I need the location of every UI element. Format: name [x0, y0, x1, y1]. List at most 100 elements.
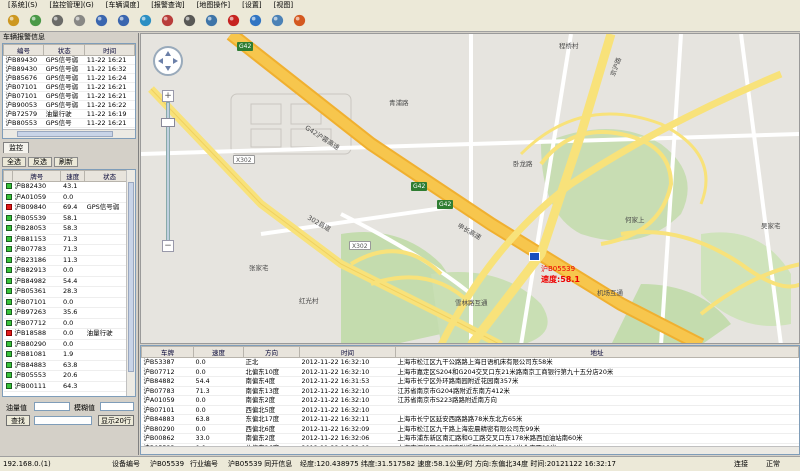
- info-button[interactable]: [290, 11, 309, 30]
- vehicle-status-checkbox[interactable]: [5, 204, 12, 210]
- vehicle-icon[interactable]: [529, 252, 540, 261]
- alarm-row[interactable]: 沪B72579 油量行驶 11-22 16:19: [3, 109, 135, 119]
- vehicle-row[interactable]: 沪B82430 43.1: [3, 181, 135, 193]
- vehicle-check-cell[interactable]: [3, 349, 13, 361]
- vehicle-row[interactable]: 沪B82913 0.0: [3, 265, 135, 277]
- vehicle-status-checkbox[interactable]: [5, 277, 12, 284]
- hand-button[interactable]: [70, 11, 89, 30]
- satellite-button[interactable]: [158, 11, 177, 30]
- vehicle-check-cell[interactable]: [3, 244, 13, 256]
- zoom-slider[interactable]: + −: [161, 90, 175, 264]
- vehicle-check-cell[interactable]: [3, 202, 13, 214]
- vehicle-check-cell[interactable]: [3, 213, 13, 224]
- vehicle-status-checkbox[interactable]: [5, 288, 12, 294]
- vehicle-row[interactable]: 沪B80290 0.0: [3, 339, 135, 350]
- vehicle-status-checkbox[interactable]: [5, 372, 12, 378]
- vehicle-check-cell[interactable]: [3, 328, 13, 340]
- show-rows-button[interactable]: 显示20行: [98, 415, 134, 426]
- vehicle-check-cell[interactable]: [3, 360, 13, 371]
- invert-select-button[interactable]: 反选: [28, 157, 52, 167]
- vehicle-status-checkbox[interactable]: [5, 256, 12, 263]
- vehicle-status-checkbox[interactable]: [5, 183, 12, 189]
- vehicle-check-cell[interactable]: [3, 381, 13, 392]
- vehicle-check-cell[interactable]: [3, 181, 13, 193]
- vehicle-row[interactable]: 沪B28053 58.3: [3, 223, 135, 235]
- zoom-in-button[interactable]: +: [162, 90, 174, 102]
- vehicle-status-checkbox[interactable]: [5, 361, 12, 368]
- menu-item-3[interactable]: [报警查询]: [145, 0, 190, 10]
- vehicle-status-checkbox[interactable]: [5, 340, 12, 347]
- position-col-0[interactable]: 车牌: [141, 346, 194, 358]
- vehicle-row[interactable]: 沪B84883 63.8: [3, 360, 135, 371]
- vehicle-check-cell[interactable]: [3, 370, 13, 382]
- magic-wand-button[interactable]: [48, 11, 67, 30]
- fuel-value-input[interactable]: [34, 402, 70, 411]
- vehicle-check-cell[interactable]: [3, 265, 13, 277]
- alarm-row[interactable]: 沪B89430 GPS信号弱 11-22 16:21: [3, 55, 135, 65]
- vehicle-row[interactable]: 沪B05361 28.3: [3, 286, 135, 298]
- vehicle-check-cell[interactable]: [3, 223, 13, 235]
- vehicle-check-cell[interactable]: [3, 286, 13, 298]
- vehicle-status-checkbox[interactable]: [5, 330, 12, 336]
- alarm-row[interactable]: 沪B85676 GPS信号弱 11-22 16:24: [3, 73, 135, 83]
- arrow-button[interactable]: [26, 11, 45, 30]
- position-row[interactable]: 沪B00862 33.0 南偏东2度 2012-11-22 16:32:06 上海市浦东…: [141, 433, 799, 444]
- vehicle-col-0[interactable]: 牌号: [11, 170, 62, 182]
- vehicle-check-cell[interactable]: [3, 339, 13, 350]
- position-row[interactable]: 沪B80290 0.0 西偏北6度 2012-11-22 16:32:09 上海市松江区…: [141, 424, 799, 434]
- position-col-2[interactable]: 方向: [243, 346, 300, 358]
- vehicle-status-checkbox[interactable]: [5, 351, 12, 357]
- vehicle-marker[interactable]: 沪B05539 速度:58.1: [529, 252, 580, 284]
- position-row[interactable]: 沪B07101 0.0 西偏北5度 2012-11-22 16:32:10: [141, 405, 799, 415]
- position-table[interactable]: 车牌 速度 方向 时间 地址 沪B53387 0.0 正北 2012-11-22 16:32:…: [140, 345, 800, 455]
- vehicle-button[interactable]: [246, 11, 265, 30]
- zoom-in-button[interactable]: [92, 11, 111, 30]
- map-view[interactable]: G42 G42沪蓉高速 G42 G42 X302 302县道 X302 申长高速…: [140, 33, 800, 344]
- vehicle-row[interactable]: 沪B23186 11.3: [3, 255, 135, 266]
- menu-item-0[interactable]: [系统](S): [2, 0, 43, 10]
- alarm-hscrollbar[interactable]: [3, 129, 135, 138]
- vehicle-row[interactable]: 沪B05539 58.1: [3, 213, 135, 224]
- pan-control[interactable]: [153, 46, 183, 76]
- alarm-list[interactable]: 编号 状态 时间 沪B89430 GPS信号弱 11-22 16:21 沪B89430 GP…: [2, 43, 136, 139]
- camera-button[interactable]: [268, 11, 287, 30]
- vehicle-status-checkbox[interactable]: [5, 382, 12, 389]
- vehicle-status-checkbox[interactable]: [5, 214, 12, 221]
- vehicle-row[interactable]: 沪B84982 54.4: [3, 276, 135, 287]
- menu-item-2[interactable]: [车辆调度]: [100, 0, 145, 10]
- vehicle-col-1[interactable]: 速度: [60, 170, 86, 182]
- vehicle-status-checkbox[interactable]: [5, 246, 12, 252]
- locate-button[interactable]: [136, 11, 155, 30]
- position-col-4[interactable]: 地址: [395, 346, 799, 358]
- vehicle-status-checkbox[interactable]: [5, 298, 12, 305]
- phone-button[interactable]: [224, 11, 243, 30]
- vehicle-vscrollbar[interactable]: [126, 170, 135, 396]
- find-button[interactable]: 查找: [6, 415, 30, 426]
- vehicle-row[interactable]: 沪B07712 0.0: [3, 318, 135, 329]
- menu-item-1[interactable]: [监控管理](G): [43, 0, 99, 10]
- tab-monitor[interactable]: 监控: [3, 142, 29, 153]
- vehicle-row[interactable]: 沪A01059 0.0: [3, 192, 135, 203]
- vehicle-row[interactable]: 沪B81081 1.9: [3, 349, 135, 361]
- position-row[interactable]: 沪B84882 54.4 南偏东4度 2012-11-22 16:31:53 上海市长宁…: [141, 376, 799, 387]
- vehicle-status-checkbox[interactable]: [5, 235, 12, 242]
- vehicle-status-checkbox[interactable]: [5, 267, 12, 273]
- vehicle-check-cell[interactable]: [3, 234, 13, 245]
- report-button[interactable]: [202, 11, 221, 30]
- position-col-1[interactable]: 速度: [193, 346, 244, 358]
- position-col-3[interactable]: 时间: [299, 346, 396, 358]
- fuzzy-value-input[interactable]: [100, 402, 134, 411]
- position-row[interactable]: 沪B07712 0.0 北偏东10度 2012-11-22 16:32:10 上海市嘉定…: [141, 367, 799, 377]
- vehicle-check-cell[interactable]: [3, 276, 13, 287]
- vehicle-status-checkbox[interactable]: [5, 225, 12, 231]
- vehicle-check-cell[interactable]: [3, 192, 13, 203]
- vehicle-check-cell[interactable]: [3, 318, 13, 329]
- alarm-row[interactable]: 沪B80553 GPS信号 11-22 16:21: [3, 118, 135, 128]
- menu-item-5[interactable]: [设置]: [236, 0, 267, 10]
- vehicle-status-checkbox[interactable]: [5, 309, 12, 315]
- vehicle-check-cell[interactable]: [3, 307, 13, 319]
- menu-item-6[interactable]: [视图]: [268, 0, 299, 10]
- vehicle-row[interactable]: 沪B81153 71.3: [3, 234, 135, 245]
- position-row[interactable]: 沪B07783 71.3 南偏东13度 2012-11-22 16:32:10 江苏省南…: [141, 386, 799, 396]
- alarm-col-0[interactable]: 编号: [3, 44, 45, 56]
